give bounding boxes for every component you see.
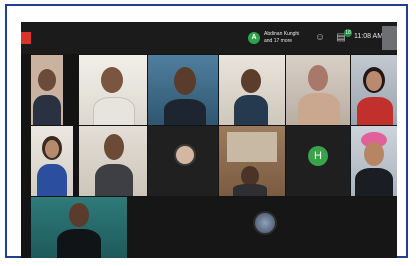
participant-tile-4[interactable] — [219, 55, 285, 125]
participant-shirt — [95, 164, 133, 196]
participant-initial-avatar: H — [308, 146, 328, 166]
participant-tile-14[interactable] — [127, 197, 397, 258]
figure-frame: A Abdinan Kunghi and 17 more ☺ ▤ 18 11:0… — [5, 4, 408, 258]
presenter-name: Abdinan Kunghi — [264, 31, 300, 37]
participant-shirt — [37, 164, 67, 196]
chat-count-badge: 18 — [344, 29, 352, 37]
participant-tile-2[interactable] — [79, 55, 147, 125]
participant-avatar — [174, 144, 196, 166]
meeting-time: 11:08 AM — [354, 33, 384, 40]
participant-tile-10[interactable] — [219, 126, 285, 196]
meeting-top-bar: A Abdinan Kunghi and 17 more ☺ ▤ 18 11:0… — [21, 22, 397, 54]
participant-avatar — [253, 211, 277, 235]
participant-face — [241, 166, 259, 186]
participant-tile-7[interactable] — [31, 126, 73, 196]
background-window — [227, 132, 277, 162]
participant-shirt — [355, 168, 393, 196]
participant-tile-12[interactable] — [351, 126, 397, 196]
participant-face — [308, 65, 328, 91]
presenter-more: and 17 more — [264, 38, 293, 44]
participant-tile-3[interactable] — [148, 55, 218, 125]
participant-shirt — [93, 97, 135, 125]
participant-face — [101, 67, 123, 93]
participant-tile-9[interactable] — [148, 126, 218, 196]
presenter-avatar: A — [248, 32, 260, 44]
self-view-thumbnail[interactable] — [382, 26, 397, 50]
participant-face — [366, 71, 382, 91]
chat-button[interactable]: ▤ 18 — [334, 29, 352, 44]
people-icon: ☺ — [314, 32, 326, 43]
participant-tile-13[interactable] — [31, 197, 127, 258]
participant-tile-1[interactable] — [31, 55, 63, 125]
participant-tile-8[interactable] — [79, 126, 147, 196]
meeting-screen: A Abdinan Kunghi and 17 more ☺ ▤ 18 11:0… — [21, 22, 397, 258]
participant-face — [38, 69, 56, 91]
participant-tile-6[interactable] — [351, 55, 397, 125]
participant-tile-5[interactable] — [286, 55, 350, 125]
participant-face — [104, 134, 124, 160]
participant-shirt — [234, 95, 268, 125]
participant-face — [364, 142, 384, 166]
participants-button[interactable]: ☺ — [313, 32, 327, 44]
participant-shirt — [233, 184, 267, 196]
participant-shirt — [357, 97, 393, 125]
participant-shirt — [164, 99, 206, 125]
participant-shirt — [57, 229, 101, 258]
presenter-text: Abdinan Kunghi and 17 more — [264, 31, 299, 45]
recording-indicator — [21, 32, 31, 44]
participant-face — [69, 203, 89, 227]
participant-tile-11[interactable]: H — [286, 126, 350, 196]
participant-face — [174, 67, 196, 95]
participant-face — [241, 69, 261, 93]
participant-shirt — [33, 95, 61, 125]
participant-face — [45, 140, 59, 158]
participant-shirt — [298, 93, 340, 125]
